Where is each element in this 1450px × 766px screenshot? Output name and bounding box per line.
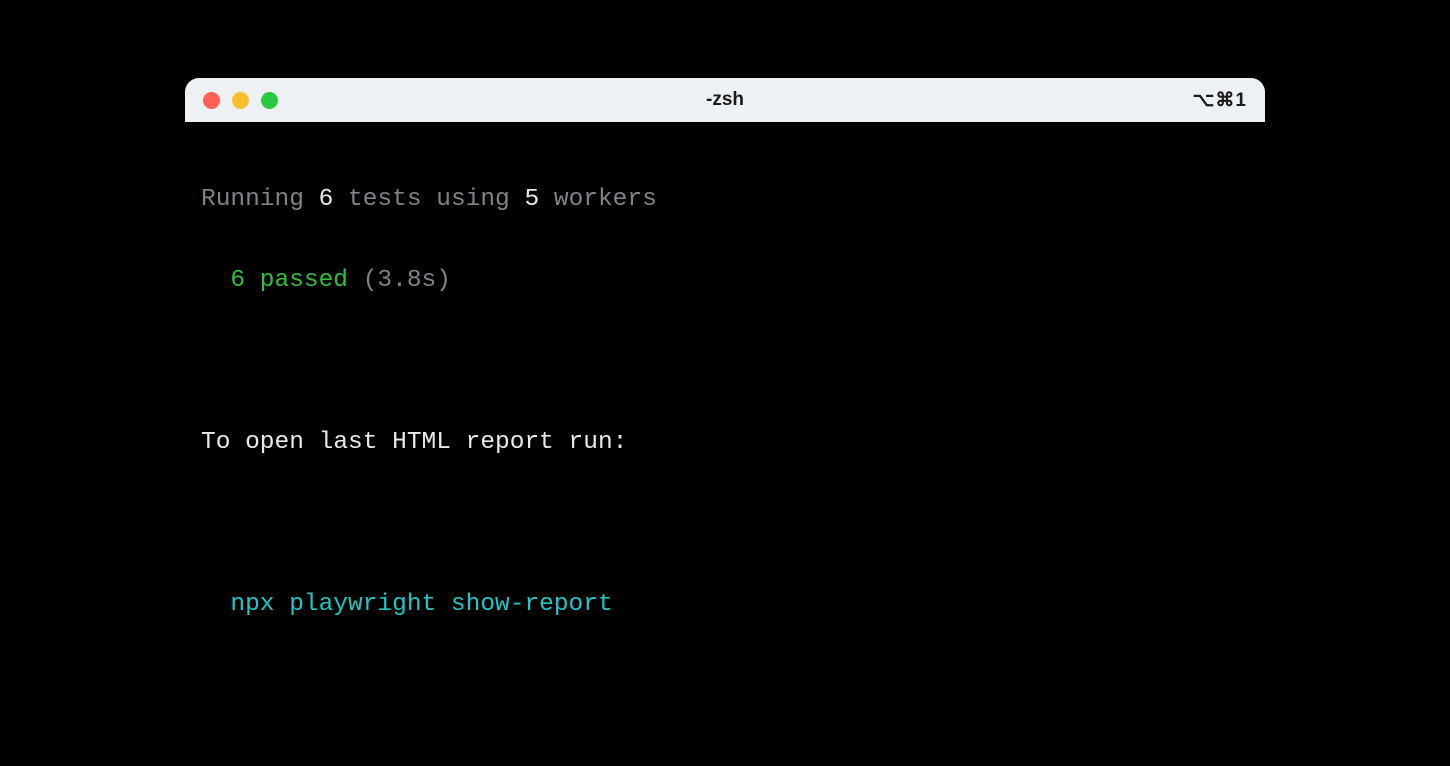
- output-line-running: Running 6 tests using 5 workers: [201, 180, 1249, 220]
- output-line-passed: 6 passed (3.8s): [201, 261, 1249, 301]
- text-passed: 6 passed: [230, 267, 348, 294]
- output-line-command: npx playwright show-report: [201, 585, 1249, 625]
- text-running-mid: tests using: [333, 186, 524, 213]
- minimize-icon[interactable]: [232, 92, 249, 109]
- blank-line: [201, 342, 1249, 382]
- titlebar: -zsh ⌥⌘1: [185, 78, 1265, 122]
- text-command: npx playwright show-report: [201, 585, 613, 625]
- maximize-icon[interactable]: [261, 92, 278, 109]
- text-workers-count: 5: [524, 186, 539, 213]
- window-shortcut: ⌥⌘1: [1193, 89, 1247, 112]
- traffic-lights: [203, 92, 278, 109]
- window-title: -zsh: [706, 89, 744, 111]
- text-tests-count: 6: [319, 186, 334, 213]
- blank-line: [201, 504, 1249, 544]
- text-running-suffix: workers: [539, 186, 657, 213]
- text-running-prefix: Running: [201, 186, 319, 213]
- terminal-window: -zsh ⌥⌘1 Running 6 tests using 5 workers…: [185, 78, 1265, 766]
- close-icon[interactable]: [203, 92, 220, 109]
- terminal-output[interactable]: Running 6 tests using 5 workers 6 passed…: [185, 122, 1265, 766]
- text-duration: (3.8s): [348, 267, 451, 294]
- output-line-hint: To open last HTML report run:: [201, 423, 1249, 463]
